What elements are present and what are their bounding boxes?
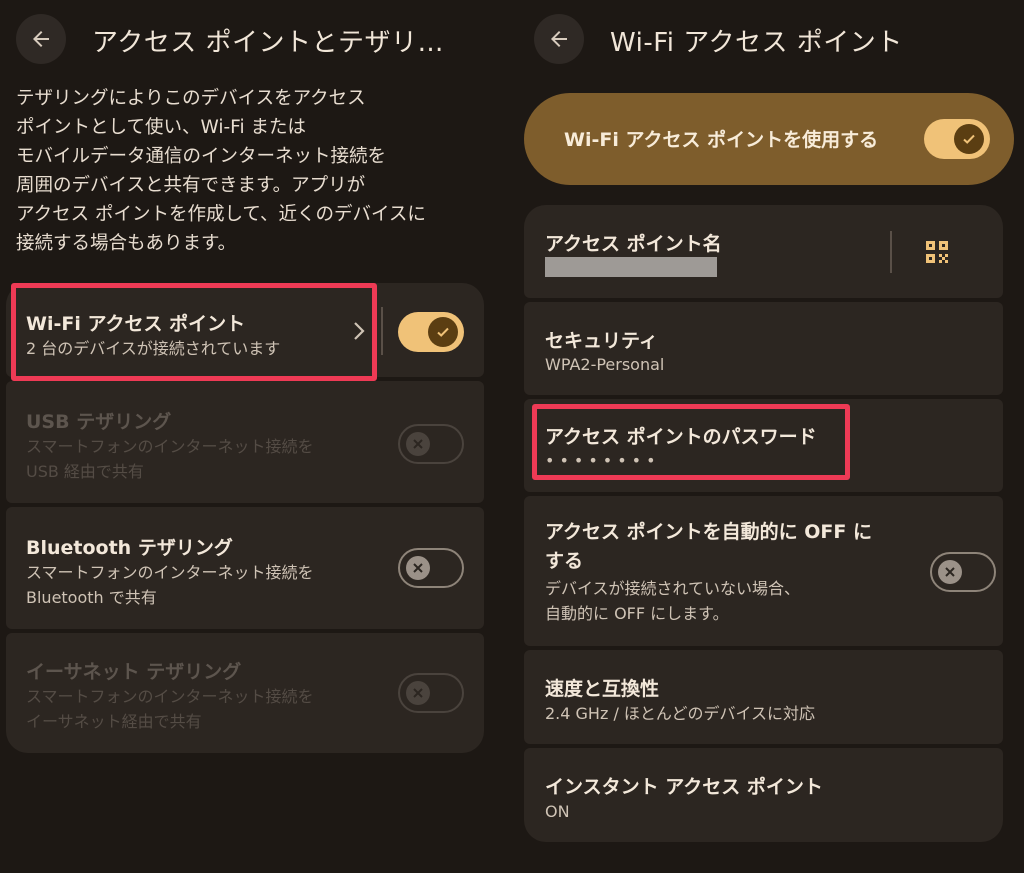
wifi-hotspot-toggle[interactable] [398,312,464,352]
usb-tethering-subtitle: スマートフォンのインターネット接続を USB 経由で共有 [26,437,314,481]
instant-hotspot-value: ON [545,802,570,821]
check-icon [963,134,975,144]
use-hotspot-switch-bar[interactable]: Wi-Fi アクセス ポイントを使用する [524,93,1014,185]
close-icon [413,563,423,573]
page-title: Wi-Fi アクセス ポイント [610,28,903,58]
row-divider [381,307,383,355]
back-button[interactable] [16,14,66,64]
arrow-back-icon [551,31,567,47]
ethernet-tethering-title: イーサネット テザリング [26,661,242,683]
auto-off-toggle[interactable] [930,552,996,592]
page-title: アクセス ポイントとテザリ… [92,28,444,58]
qr-code-icon[interactable] [924,239,950,265]
auto-off-subtitle: デバイスが接続されていない場合、 自動的に OFF にします。 [545,579,801,623]
ethernet-tethering-toggle[interactable] [398,673,464,713]
ethernet-tethering-row[interactable]: イーサネット テザリング スマートフォンのインターネット接続を イーサネット経由… [6,633,484,753]
tethering-description: テザリングによりこのデバイスをアクセス ポイントとして使い、Wi-Fi または … [16,88,426,254]
hotspot-name-row[interactable]: アクセス ポイント名 [524,205,1003,298]
wifi-hotspot-subtitle: 2 台のデバイスが接続されています [26,339,281,358]
hotspot-password-row[interactable]: アクセス ポイントのパスワード •••••••• [524,399,1003,492]
close-icon [945,567,955,577]
speed-compat-value: 2.4 GHz / ほとんどのデバイスに対応 [545,704,815,723]
usb-tethering-title: USB テザリング [26,411,172,433]
security-value: WPA2-Personal [545,355,665,374]
hotspot-password-value: •••••••• [545,451,661,470]
hotspot-name-redacted [545,257,717,277]
ethernet-tethering-subtitle: スマートフォンのインターネット接続を イーサネット経由で共有 [26,687,314,731]
check-icon [437,327,449,337]
bluetooth-tethering-subtitle: スマートフォンのインターネット接続を Bluetooth で共有 [26,563,314,607]
auto-off-title: アクセス ポイントを自動的に OFF に する [545,521,873,572]
row-divider [890,231,892,273]
security-title: セキュリティ [545,330,658,352]
bluetooth-tethering-toggle[interactable] [398,548,464,588]
security-row[interactable]: セキュリティ WPA2-Personal [524,302,1003,395]
use-hotspot-label: Wi-Fi アクセス ポイントを使用する [564,129,879,151]
wifi-hotspot-row[interactable]: Wi-Fi アクセス ポイント 2 台のデバイスが接続されています [6,283,484,377]
bluetooth-tethering-title: Bluetooth テザリング [26,537,233,559]
close-icon [413,439,423,449]
hotspot-name-title: アクセス ポイント名 [545,233,722,255]
chevron-right-icon [354,322,365,340]
speed-compat-row[interactable]: 速度と互換性 2.4 GHz / ほとんどのデバイスに対応 [524,650,1003,744]
wifi-hotspot-title: Wi-Fi アクセス ポイント [26,313,246,335]
auto-off-row[interactable]: アクセス ポイントを自動的に OFF に する デバイスが接続されていない場合、… [524,496,1003,646]
wifi-hotspot-screen: Wi-Fi アクセス ポイント Wi-Fi アクセス ポイントを使用する アクセ… [512,0,1024,873]
speed-compat-title: 速度と互換性 [545,678,660,700]
close-icon [413,688,423,698]
instant-hotspot-title: インスタント アクセス ポイント [545,776,823,798]
usb-tethering-toggle[interactable] [398,424,464,464]
instant-hotspot-row[interactable]: インスタント アクセス ポイント ON [524,748,1003,842]
back-button[interactable] [534,14,584,64]
tethering-screen: アクセス ポイントとテザリ… テザリングによりこのデバイスをアクセス ポイントと… [0,0,500,873]
use-hotspot-toggle[interactable] [924,119,990,159]
hotspot-password-title: アクセス ポイントのパスワード [545,426,817,448]
usb-tethering-row[interactable]: USB テザリング スマートフォンのインターネット接続を USB 経由で共有 [6,381,484,503]
arrow-back-icon [33,31,49,47]
bluetooth-tethering-row[interactable]: Bluetooth テザリング スマートフォンのインターネット接続を Bluet… [6,507,484,629]
